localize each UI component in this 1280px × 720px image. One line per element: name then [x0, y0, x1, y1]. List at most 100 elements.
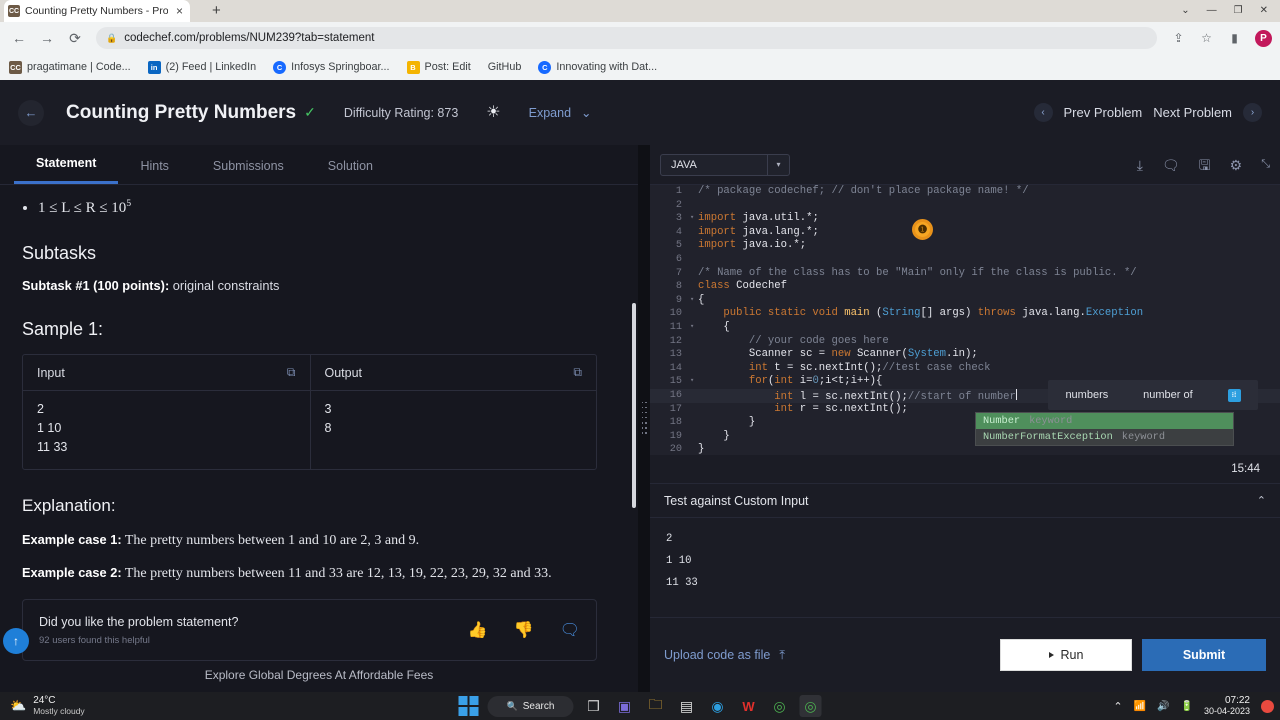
brightness-icon[interactable]: ☀	[486, 104, 500, 121]
chevron-up-icon[interactable]: ⌃	[1113, 700, 1122, 713]
bookmark-star-icon[interactable]: ☆	[1199, 31, 1214, 45]
comment-icon[interactable]: 🗨	[560, 620, 580, 640]
share-icon[interactable]: ⇪	[1171, 31, 1186, 45]
autocomplete-item[interactable]: Number keyword	[976, 413, 1233, 429]
window-close-icon[interactable]: ✕	[1260, 6, 1268, 16]
code-editor[interactable]: 1 /* package codechef; // don't place pac…	[650, 185, 1280, 455]
chevron-down-icon[interactable]: ⌄	[1181, 6, 1189, 16]
thumbs-down-icon[interactable]: 👎	[514, 620, 534, 640]
code-line: 12 // your code goes here	[650, 335, 1280, 349]
taskbar-clock[interactable]: 07:22 30-04-2023	[1204, 695, 1250, 717]
panel-resize-handle[interactable]	[638, 145, 650, 692]
address-bar[interactable]: 🔒 codechef.com/problems/NUM239?tab=state…	[96, 27, 1157, 49]
weather-widget[interactable]: ⛅ 24°C Mostly cloudy	[0, 695, 85, 717]
bookmark-item[interactable]: in (2) Feed | LinkedIn	[147, 60, 256, 74]
custom-input-title: Test against Custom Input	[664, 493, 809, 508]
comment-icon[interactable]: 🗨	[1162, 158, 1180, 172]
fold-toggle-icon[interactable]: ▾	[690, 212, 698, 226]
file-explorer-icon[interactable]: 🗀	[645, 695, 667, 717]
upload-code-button[interactable]: Upload code as file ⤒	[664, 648, 785, 663]
save-icon[interactable]: 🖫	[1199, 158, 1211, 172]
new-tab-button[interactable]: +	[212, 3, 221, 19]
reload-icon[interactable]: ⟳	[64, 27, 86, 49]
fold-toggle-icon[interactable]: ▾	[690, 321, 698, 335]
tab-solution[interactable]: Solution	[306, 159, 395, 184]
prev-problem-button[interactable]: Prev Problem	[1064, 105, 1143, 120]
forward-icon[interactable]: →	[36, 27, 58, 49]
autocomplete-name: NumberFormatException	[983, 431, 1113, 443]
back-icon[interactable]: ←	[8, 27, 30, 49]
code-text: class Codechef	[698, 280, 788, 293]
run-label: Run	[1060, 648, 1084, 662]
edge-icon[interactable]: ◉	[707, 695, 729, 717]
expand-dropdown[interactable]: Expand ⌄	[529, 105, 592, 121]
tab-statement[interactable]: Statement	[14, 156, 119, 184]
feedback-text: Did you like the problem statement? 92 u…	[39, 615, 468, 646]
statement-scrollbar[interactable]	[632, 303, 636, 508]
battery-icon[interactable]: 🔋	[1181, 701, 1193, 712]
back-arrow-icon[interactable]: ←	[18, 99, 44, 126]
chevron-left-icon[interactable]: ‹	[1033, 103, 1053, 122]
tab-hints[interactable]: Hints	[118, 159, 190, 184]
bookmark-item[interactable]: B Post: Edit	[406, 60, 471, 74]
sample-table-header: Input ⧉ Output ⧉	[23, 355, 596, 391]
next-problem-button[interactable]: Next Problem	[1153, 105, 1232, 120]
language-select[interactable]: JAVA ▾	[660, 153, 790, 176]
keyboard-icon[interactable]: ⁝⁞	[1227, 388, 1241, 402]
tab-submissions[interactable]: Submissions	[191, 159, 306, 184]
bookmark-item[interactable]: CC pragatimane | Code...	[9, 60, 131, 74]
wps-office-icon[interactable]: W	[738, 695, 760, 717]
autocomplete-item[interactable]: NumberFormatException keyword	[976, 429, 1233, 445]
chrome-profile-icon[interactable]: ◎	[799, 695, 822, 717]
example-case-2: Example case 2: The pretty numbers betwe…	[22, 565, 616, 582]
sample-output-value: 3 8	[309, 391, 597, 469]
download-icon[interactable]: ⤓	[1137, 158, 1143, 172]
custom-input-header[interactable]: Test against Custom Input ⌃	[650, 483, 1280, 518]
code-line: 1 /* package codechef; // don't place pac…	[650, 185, 1280, 199]
autocomplete-dropdown[interactable]: Number keyword NumberFormatException key…	[975, 412, 1234, 446]
start-button-icon[interactable]	[458, 696, 479, 716]
hint-word-2[interactable]: number of	[1143, 389, 1193, 401]
copy-icon[interactable]: ⧉	[573, 365, 582, 380]
code-text: }	[698, 429, 730, 442]
fold-toggle-icon[interactable]: ▾	[690, 294, 698, 308]
bookmark-item[interactable]: C Innovating with Dat...	[538, 60, 657, 74]
advertisement-text[interactable]: Explore Global Degrees At Affordable Fee…	[0, 668, 638, 682]
avatar[interactable]: P	[1255, 29, 1272, 47]
scroll-to-top-button[interactable]: ↑	[3, 628, 29, 654]
chevron-right-icon[interactable]: ›	[1243, 103, 1262, 122]
gear-icon[interactable]: ⚙	[1230, 158, 1243, 172]
teams-icon[interactable]: ▣	[614, 695, 636, 717]
run-button[interactable]: Run	[1000, 639, 1132, 671]
autocomplete-word-hint[interactable]: numbers number of ⁝⁞	[1048, 380, 1258, 410]
feedback-question: Did you like the problem statement?	[39, 614, 239, 629]
fold-toggle-icon	[690, 307, 698, 321]
collapse-icon[interactable]: ⤡	[1261, 159, 1270, 170]
bookmark-item[interactable]: GitHub	[488, 61, 522, 73]
notification-badge[interactable]	[1261, 699, 1274, 713]
fold-toggle-icon	[690, 389, 698, 403]
hint-word-1[interactable]: numbers	[1065, 389, 1108, 401]
browser-tab[interactable]: CC Counting Pretty Numbers - Prob ×	[4, 0, 190, 22]
side-panel-icon[interactable]: ▮	[1227, 31, 1242, 45]
copy-icon[interactable]: ⧉	[287, 365, 296, 380]
clock-time: 07:22	[1224, 695, 1250, 706]
microsoft-store-icon[interactable]: ▤	[676, 695, 698, 717]
custom-input-textarea[interactable]: 2 1 10 11 33	[650, 518, 1280, 618]
thumbs-up-icon[interactable]: 👍	[468, 620, 488, 640]
submit-button[interactable]: Submit	[1142, 639, 1266, 671]
maximize-icon[interactable]: ❐	[1234, 6, 1243, 16]
wifi-icon[interactable]: 📶	[1134, 701, 1146, 712]
minimize-icon[interactable]: —	[1207, 6, 1217, 16]
chrome-icon[interactable]: ◎	[769, 695, 791, 717]
bookmark-item[interactable]: C Infosys Springboar...	[273, 60, 390, 74]
close-icon[interactable]: ×	[173, 5, 186, 17]
fold-toggle-icon[interactable]: ▾	[690, 375, 698, 389]
error-marker-icon[interactable]: ❶	[912, 219, 933, 240]
chevron-up-icon[interactable]: ⌃	[1257, 494, 1266, 507]
taskbar-search[interactable]: 🔍 Search	[487, 695, 574, 717]
task-view-icon[interactable]: ❒	[583, 695, 605, 717]
upload-label: Upload code as file	[664, 648, 771, 662]
window-controls: ⌄ — ❐ ✕	[1181, 0, 1276, 22]
volume-icon[interactable]: 🔊	[1157, 701, 1169, 712]
